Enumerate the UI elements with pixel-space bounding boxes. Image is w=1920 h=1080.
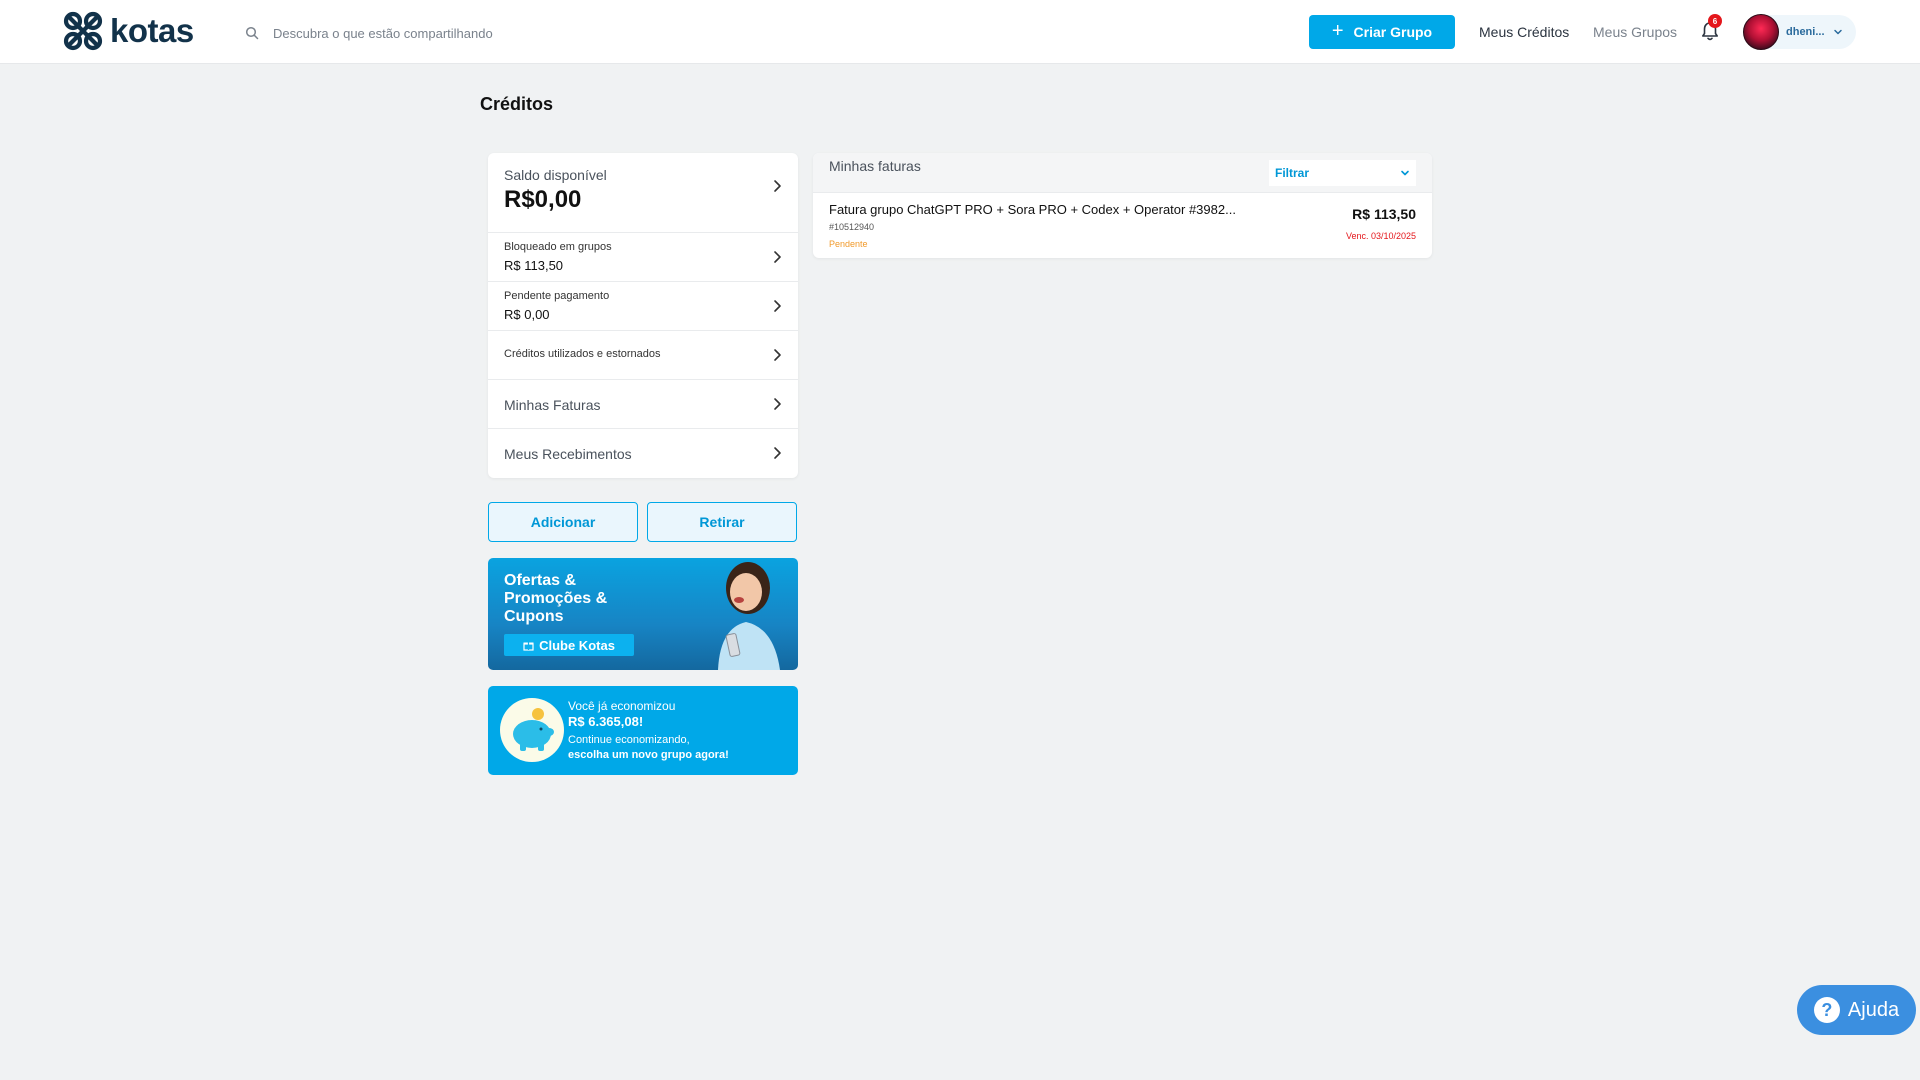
- credits-summary-card: Saldo disponível R$0,00 Bloqueado em gru…: [488, 153, 798, 478]
- chevron-right-icon: [774, 300, 781, 312]
- chevron-right-icon: [774, 398, 781, 410]
- invoice-name: Fatura grupo ChatGPT PRO + Sora PRO + Co…: [829, 202, 1236, 217]
- help-button[interactable]: ? Ajuda: [1797, 985, 1916, 1035]
- pending-payment-row[interactable]: Pendente pagamento R$ 0,00: [488, 282, 798, 331]
- balance-label: Saldo disponível: [504, 167, 607, 183]
- search-input[interactable]: [273, 25, 633, 41]
- question-icon: ?: [1813, 997, 1840, 1023]
- savings-line-3: Continue economizando,: [568, 734, 690, 746]
- blocked-value: R$ 113,50: [504, 258, 564, 273]
- create-group-label: Criar Grupo: [1353, 24, 1433, 40]
- used-credits-row[interactable]: Créditos utilizados e estornados: [488, 331, 798, 380]
- gift-icon: [523, 642, 534, 651]
- chevron-down-icon: [1401, 170, 1409, 176]
- chevron-right-icon: [774, 251, 781, 263]
- kotas-logo[interactable]: kotas: [62, 10, 194, 52]
- chevron-right-icon: [774, 447, 781, 459]
- page-title: Créditos: [480, 94, 554, 114]
- promo-title: Ofertas & Promoções & Cupons: [504, 572, 608, 625]
- invoice-id: #10512940: [829, 222, 875, 232]
- smiling-woman-illustration: [718, 562, 780, 670]
- offers-promo-banner[interactable]: Ofertas & Promoções & Cupons Clube Kotas: [488, 558, 798, 670]
- kotas-logo-icon: [63, 11, 103, 51]
- chevron-right-icon: [774, 180, 781, 192]
- my-receipts-row[interactable]: Meus Recebimentos: [488, 429, 798, 478]
- invoices-title: Minhas faturas: [829, 158, 921, 174]
- invoice-row[interactable]: Fatura grupo ChatGPT PRO + Sora PRO + Co…: [813, 193, 1432, 258]
- notification-badge: 6: [1708, 14, 1722, 28]
- nav-my-groups[interactable]: Meus Grupos: [1593, 24, 1677, 40]
- savings-line-4: escolha um novo grupo agora!: [568, 749, 729, 761]
- clube-kotas-tag[interactable]: Clube Kotas: [504, 634, 634, 656]
- my-invoices-label: Minhas Faturas: [504, 397, 601, 413]
- piggy-bank-icon: [500, 698, 564, 762]
- chevron-down-icon: [1833, 29, 1842, 35]
- user-menu[interactable]: dheni...: [1743, 14, 1856, 50]
- filter-label: Filtrar: [1275, 166, 1310, 180]
- brand-name: kotas: [110, 12, 194, 49]
- filter-dropdown[interactable]: Filtrar: [1269, 160, 1416, 186]
- avatar: [1743, 14, 1779, 50]
- plus-icon: +: [1331, 20, 1344, 42]
- invoice-due-date: Venc. 03/10/2025: [1345, 231, 1416, 241]
- user-name: dheni...: [1786, 26, 1825, 38]
- blocked-label: Bloqueado em grupos: [504, 241, 612, 253]
- my-invoices-row[interactable]: Minhas Faturas: [488, 380, 798, 429]
- pending-label: Pendente pagamento: [504, 290, 610, 302]
- help-label: Ajuda: [1847, 998, 1900, 1021]
- balance-value: R$0,00: [504, 186, 582, 213]
- chevron-right-icon: [774, 349, 781, 361]
- savings-card[interactable]: Você já economizou R$ 6.365,08! Continue…: [488, 686, 798, 775]
- search-bar[interactable]: [245, 20, 665, 46]
- add-credits-button[interactable]: Adicionar: [488, 502, 638, 542]
- nav-my-credits[interactable]: Meus Créditos: [1479, 24, 1569, 40]
- clube-kotas-label: Clube Kotas: [539, 637, 615, 653]
- withdraw-button[interactable]: Retirar: [647, 502, 797, 542]
- search-icon: [245, 26, 259, 40]
- used-credits-label: Créditos utilizados e estornados: [504, 348, 661, 360]
- top-navigation-bar: kotas + Criar Grupo Meus Créditos Meus G…: [0, 0, 1920, 64]
- invoices-header: Minhas faturas Filtrar: [813, 153, 1432, 193]
- savings-line-1: Você já economizou: [568, 699, 676, 713]
- invoice-amount: R$ 113,50: [1352, 206, 1416, 222]
- create-group-button[interactable]: + Criar Grupo: [1309, 15, 1455, 49]
- my-receipts-label: Meus Recebimentos: [504, 446, 632, 462]
- pending-value: R$ 0,00: [504, 307, 550, 322]
- invoices-panel: Minhas faturas Filtrar Fatura grupo Chat…: [813, 153, 1432, 258]
- balance-row[interactable]: Saldo disponível R$0,00: [488, 153, 798, 233]
- invoice-status: Pendente: [829, 239, 868, 249]
- savings-amount: R$ 6.365,08!: [568, 714, 644, 729]
- blocked-in-groups-row[interactable]: Bloqueado em grupos R$ 113,50: [488, 233, 798, 282]
